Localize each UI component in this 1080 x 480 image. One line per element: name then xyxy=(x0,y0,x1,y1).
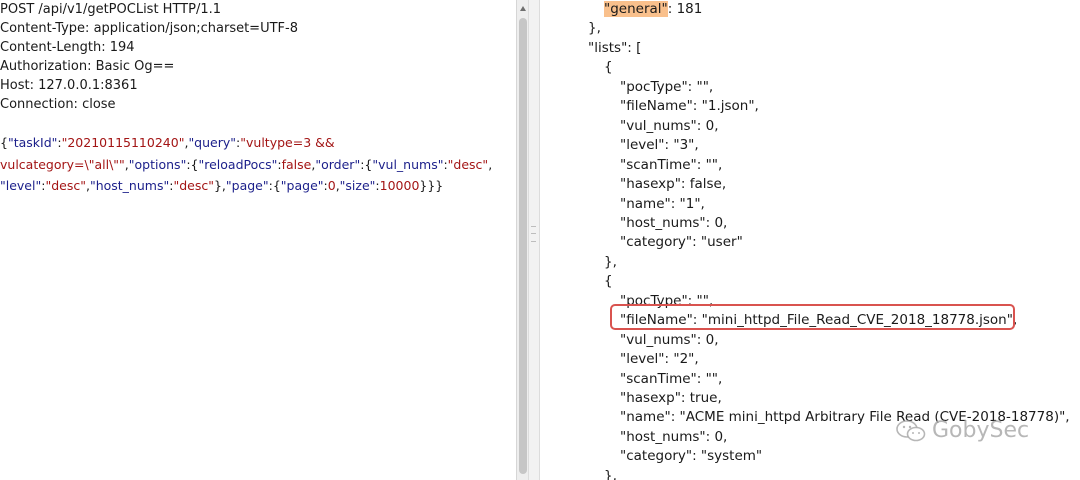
response-line: "fileName": "1.json", xyxy=(620,98,759,115)
response-line: "level": "2", xyxy=(620,351,699,368)
pane-splitter[interactable] xyxy=(528,0,540,480)
response-line: "category": "user" xyxy=(620,234,743,251)
response-line: "scanTime": "", xyxy=(620,156,723,173)
request-body-line-2: vulcategory=\"all\"","options":{"reloadP… xyxy=(0,157,493,172)
splitter-grip-icon[interactable] xyxy=(531,226,536,242)
response-line: "hasexp": false, xyxy=(620,176,727,193)
highlight-annotation-box xyxy=(610,304,1015,330)
response-line: "name": "1", xyxy=(620,195,705,212)
response-line: { xyxy=(604,273,613,290)
response-line: "vul_nums": 0, xyxy=(620,331,719,348)
response-line-general: "general": 181 xyxy=(604,1,703,17)
response-line: "host_nums": 0, xyxy=(620,214,728,231)
request-body-line-1: {"taskId":"20210115110240","query":"vult… xyxy=(0,135,335,150)
header-content-type: Content-Type: application/json;charset=U… xyxy=(0,21,298,36)
response-line: "level": "3", xyxy=(620,137,699,154)
response-line: { xyxy=(604,59,613,76)
response-line: "lists": [ xyxy=(588,39,642,56)
response-line: "vul_nums": 0, xyxy=(620,117,719,134)
header-connection: Connection: close xyxy=(0,97,116,112)
response-line: }, xyxy=(588,20,601,37)
wechat-icon xyxy=(896,419,926,441)
response-pane[interactable]: "general": 181 }, "lists": [ { "pocType": "… xyxy=(540,0,1080,480)
response-line: }, xyxy=(604,467,617,480)
response-line: "hasexp": true, xyxy=(620,390,722,406)
scrollbar-thumb[interactable] xyxy=(519,18,527,474)
request-line: POST /api/v1/getPOCList HTTP/1.1 xyxy=(0,2,222,17)
request-pane[interactable]: POST /api/v1/getPOCList HTTP/1.1 Content… xyxy=(0,0,516,480)
request-body-line-3: "level":"desc","host_nums":"desc"},"page… xyxy=(0,178,444,193)
response-line: "category": "system" xyxy=(620,448,763,465)
response-line: "scanTime": "", xyxy=(620,370,723,387)
watermark: GobySec xyxy=(896,418,1029,443)
scroll-up-arrow-icon[interactable] xyxy=(520,6,526,11)
header-content-length: Content-Length: 194 xyxy=(0,40,135,55)
header-host: Host: 127.0.0.1:8361 xyxy=(0,78,138,93)
watermark-text: GobySec xyxy=(932,418,1030,443)
response-line: "pocType": "", xyxy=(620,78,714,95)
response-line: "host_nums": 0, xyxy=(620,428,728,445)
header-authorization: Authorization: Basic Og== xyxy=(0,59,175,74)
response-line: }, xyxy=(604,253,617,270)
